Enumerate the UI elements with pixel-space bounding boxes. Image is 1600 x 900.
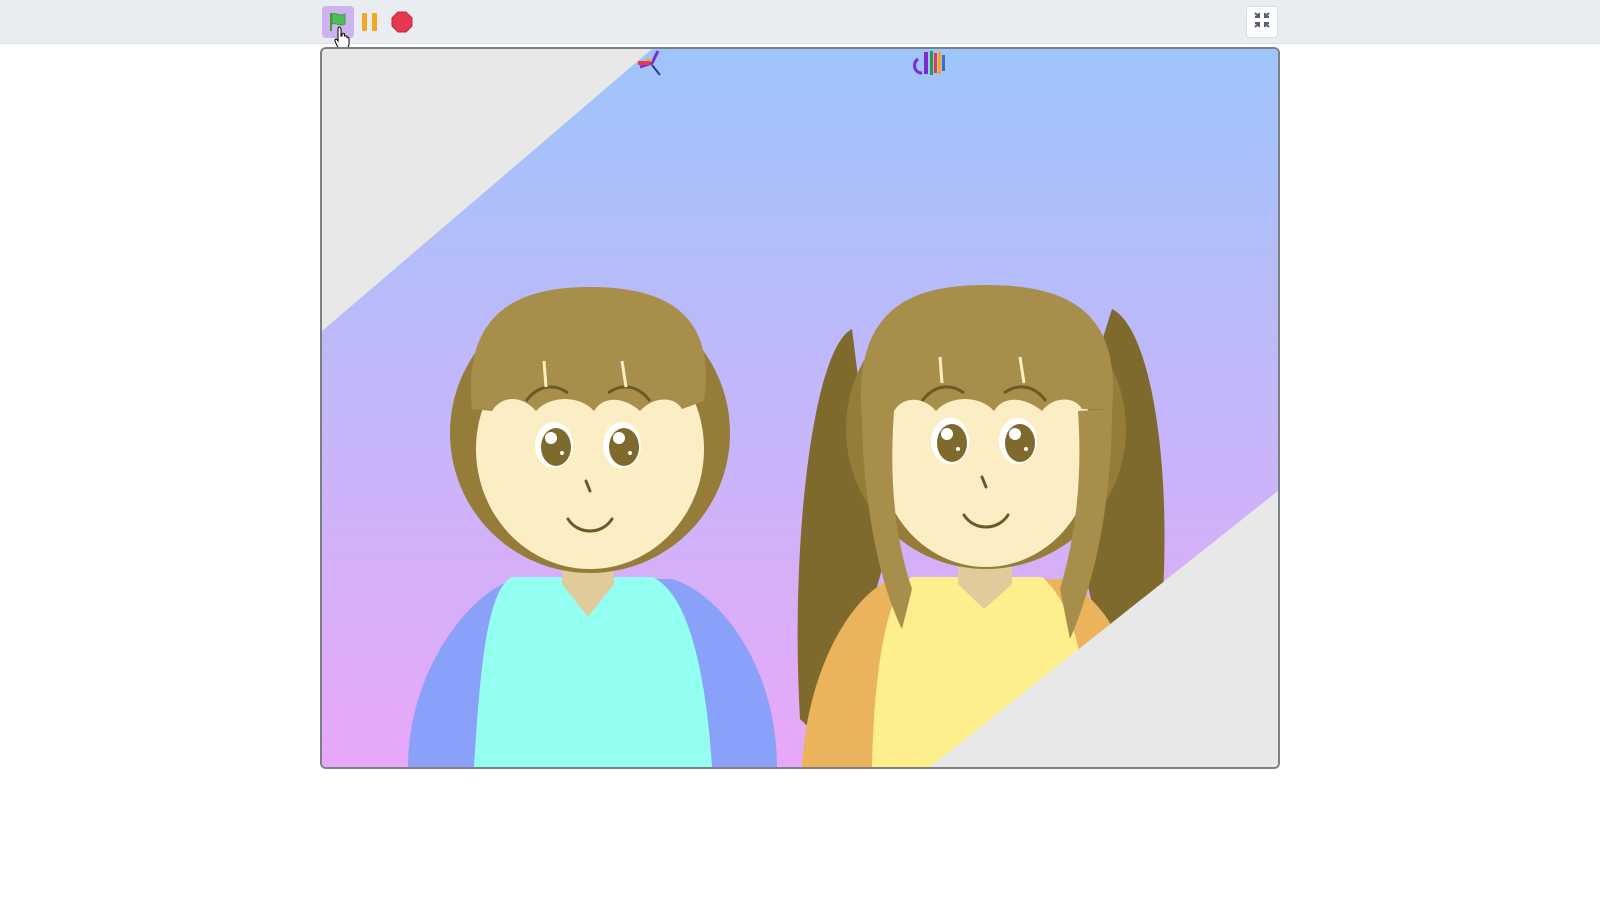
unfullscreen-icon bbox=[1253, 11, 1271, 34]
stage-toolbar bbox=[0, 0, 1600, 44]
pause-button[interactable] bbox=[354, 6, 386, 38]
stop-icon bbox=[391, 11, 413, 33]
project-stage[interactable] bbox=[320, 47, 1280, 769]
green-flag-icon bbox=[327, 11, 349, 33]
pause-icon bbox=[359, 11, 381, 33]
exit-fullscreen-button[interactable] bbox=[1246, 6, 1278, 38]
green-flag-button[interactable] bbox=[322, 6, 354, 38]
stop-button[interactable] bbox=[386, 6, 418, 38]
